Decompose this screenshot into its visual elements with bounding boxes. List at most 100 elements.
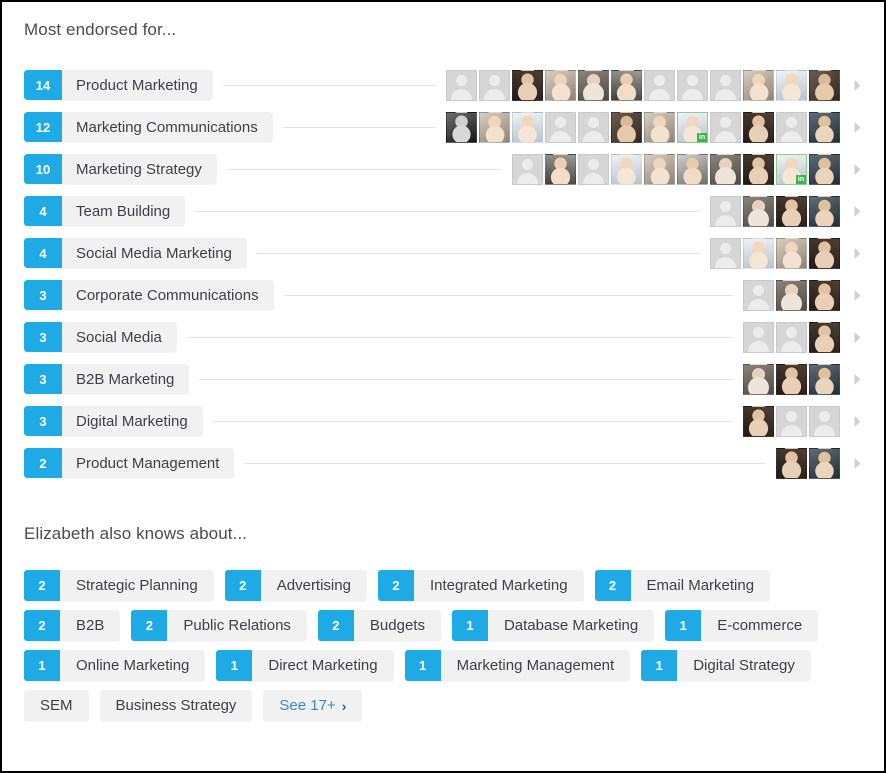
- skill-tag-label: SEM: [24, 690, 89, 721]
- avatar[interactable]: [743, 195, 774, 227]
- skill-tag[interactable]: 2 Integrated Marketing: [377, 570, 584, 601]
- skill-tag[interactable]: 2 Advertising: [224, 570, 367, 601]
- avatar[interactable]: [512, 111, 543, 143]
- avatar[interactable]: [776, 69, 807, 101]
- avatar[interactable]: [776, 237, 807, 269]
- avatar-placeholder[interactable]: [578, 153, 609, 185]
- avatar-placeholder[interactable]: [446, 69, 477, 101]
- skill-tag[interactable]: 1 Digital Strategy: [641, 650, 811, 681]
- avatar[interactable]: [809, 69, 840, 101]
- chevron-right-icon[interactable]: [848, 322, 866, 352]
- skill-pill[interactable]: 12 Marketing Communications: [24, 112, 273, 142]
- endorsement-count-badge: 3: [24, 280, 62, 310]
- avatar-placeholder[interactable]: [710, 69, 741, 101]
- skill-tag[interactable]: 2 Public Relations: [131, 610, 307, 641]
- avatar[interactable]: [809, 363, 840, 395]
- avatar[interactable]: [776, 279, 807, 311]
- chevron-right-icon[interactable]: [848, 196, 866, 226]
- skill-tag[interactable]: Business Strategy: [99, 690, 253, 721]
- avatar-placeholder[interactable]: [710, 195, 741, 227]
- skill-tag[interactable]: 2 Budgets: [317, 610, 441, 641]
- row-connector-line: [195, 210, 700, 212]
- avatar[interactable]: [809, 237, 840, 269]
- chevron-right-icon[interactable]: [848, 70, 866, 100]
- chevron-right-icon[interactable]: [848, 406, 866, 436]
- avatar[interactable]: [743, 111, 774, 143]
- chevron-right-icon[interactable]: [848, 448, 866, 478]
- avatar[interactable]: [611, 69, 642, 101]
- avatar[interactable]: [743, 405, 774, 437]
- avatar[interactable]: [776, 447, 807, 479]
- avatar-placeholder[interactable]: [809, 405, 840, 437]
- avatar-placeholder[interactable]: [710, 111, 741, 143]
- avatar[interactable]: [710, 153, 741, 185]
- avatar-placeholder[interactable]: [710, 237, 741, 269]
- skill-pill[interactable]: 3 Corporate Communications: [24, 280, 274, 310]
- avatar[interactable]: [743, 153, 774, 185]
- see-more-skills-button[interactable]: See 17+ ›: [263, 690, 363, 721]
- avatar[interactable]: [809, 279, 840, 311]
- skill-pill[interactable]: 10 Marketing Strategy: [24, 154, 217, 184]
- avatar[interactable]: in: [677, 111, 708, 143]
- avatar[interactable]: [479, 111, 510, 143]
- avatar[interactable]: [809, 321, 840, 353]
- avatar[interactable]: [776, 195, 807, 227]
- skill-tag[interactable]: 2 Email Marketing: [594, 570, 771, 601]
- chevron-right-icon[interactable]: [848, 154, 866, 184]
- avatar[interactable]: in: [776, 153, 807, 185]
- avatar[interactable]: [545, 69, 576, 101]
- skill-pill[interactable]: 2 Product Management: [24, 448, 235, 478]
- avatar[interactable]: [809, 111, 840, 143]
- avatar-placeholder[interactable]: [644, 69, 675, 101]
- skill-pill[interactable]: 3 B2B Marketing: [24, 364, 190, 394]
- avatar[interactable]: [611, 153, 642, 185]
- avatar-placeholder[interactable]: [578, 111, 609, 143]
- skill-tag[interactable]: 2 B2B: [24, 610, 121, 641]
- avatar-placeholder[interactable]: [677, 69, 708, 101]
- skill-tag[interactable]: SEM: [24, 690, 89, 721]
- chevron-right-icon[interactable]: [848, 364, 866, 394]
- chevron-right-icon[interactable]: [848, 280, 866, 310]
- avatar-placeholder[interactable]: [743, 279, 774, 311]
- skill-tag[interactable]: 1 Direct Marketing: [216, 650, 394, 681]
- skill-pill[interactable]: 4 Social Media Marketing: [24, 238, 247, 268]
- skill-tag[interactable]: 2 Strategic Planning: [24, 570, 214, 601]
- skill-pill[interactable]: 3 Digital Marketing: [24, 406, 203, 436]
- skill-tag[interactable]: 1 Online Marketing: [24, 650, 206, 681]
- skill-pill[interactable]: 3 Social Media: [24, 322, 177, 352]
- endorsement-count-badge: 3: [24, 406, 62, 436]
- avatar[interactable]: [578, 69, 609, 101]
- skill-pill[interactable]: 4 Team Building: [24, 196, 186, 226]
- avatar[interactable]: [677, 153, 708, 185]
- also-knows-heading: Elizabeth also knows about...: [24, 524, 248, 543]
- avatar-placeholder[interactable]: [776, 405, 807, 437]
- avatar[interactable]: [809, 447, 840, 479]
- skill-pill[interactable]: 14 Product Marketing: [24, 70, 213, 100]
- avatar-placeholder[interactable]: [512, 153, 543, 185]
- avatar[interactable]: [743, 69, 774, 101]
- avatar[interactable]: [446, 111, 477, 143]
- avatar-placeholder[interactable]: [776, 111, 807, 143]
- avatar[interactable]: [545, 153, 576, 185]
- skill-tag[interactable]: 1 Marketing Management: [404, 650, 631, 681]
- avatar-placeholder[interactable]: [545, 111, 576, 143]
- avatar[interactable]: [644, 153, 675, 185]
- skill-tag[interactable]: 1 Database Marketing: [451, 610, 655, 641]
- avatar-placeholder[interactable]: [479, 69, 510, 101]
- avatar[interactable]: [743, 363, 774, 395]
- skill-tag[interactable]: 1 E-commerce: [665, 610, 819, 641]
- skill-label: Social Media: [62, 322, 177, 352]
- avatar-placeholder[interactable]: [743, 321, 774, 353]
- chevron-right-icon[interactable]: [848, 238, 866, 268]
- avatar-placeholder[interactable]: [776, 321, 807, 353]
- avatar[interactable]: [809, 195, 840, 227]
- avatar[interactable]: [611, 111, 642, 143]
- avatar[interactable]: [644, 111, 675, 143]
- avatar[interactable]: [809, 153, 840, 185]
- skill-tag-label: Budgets: [353, 610, 441, 641]
- avatar[interactable]: [743, 237, 774, 269]
- avatar[interactable]: [776, 363, 807, 395]
- avatar[interactable]: [512, 69, 543, 101]
- endorsement-count-badge: 2: [317, 610, 354, 641]
- chevron-right-icon[interactable]: [848, 112, 866, 142]
